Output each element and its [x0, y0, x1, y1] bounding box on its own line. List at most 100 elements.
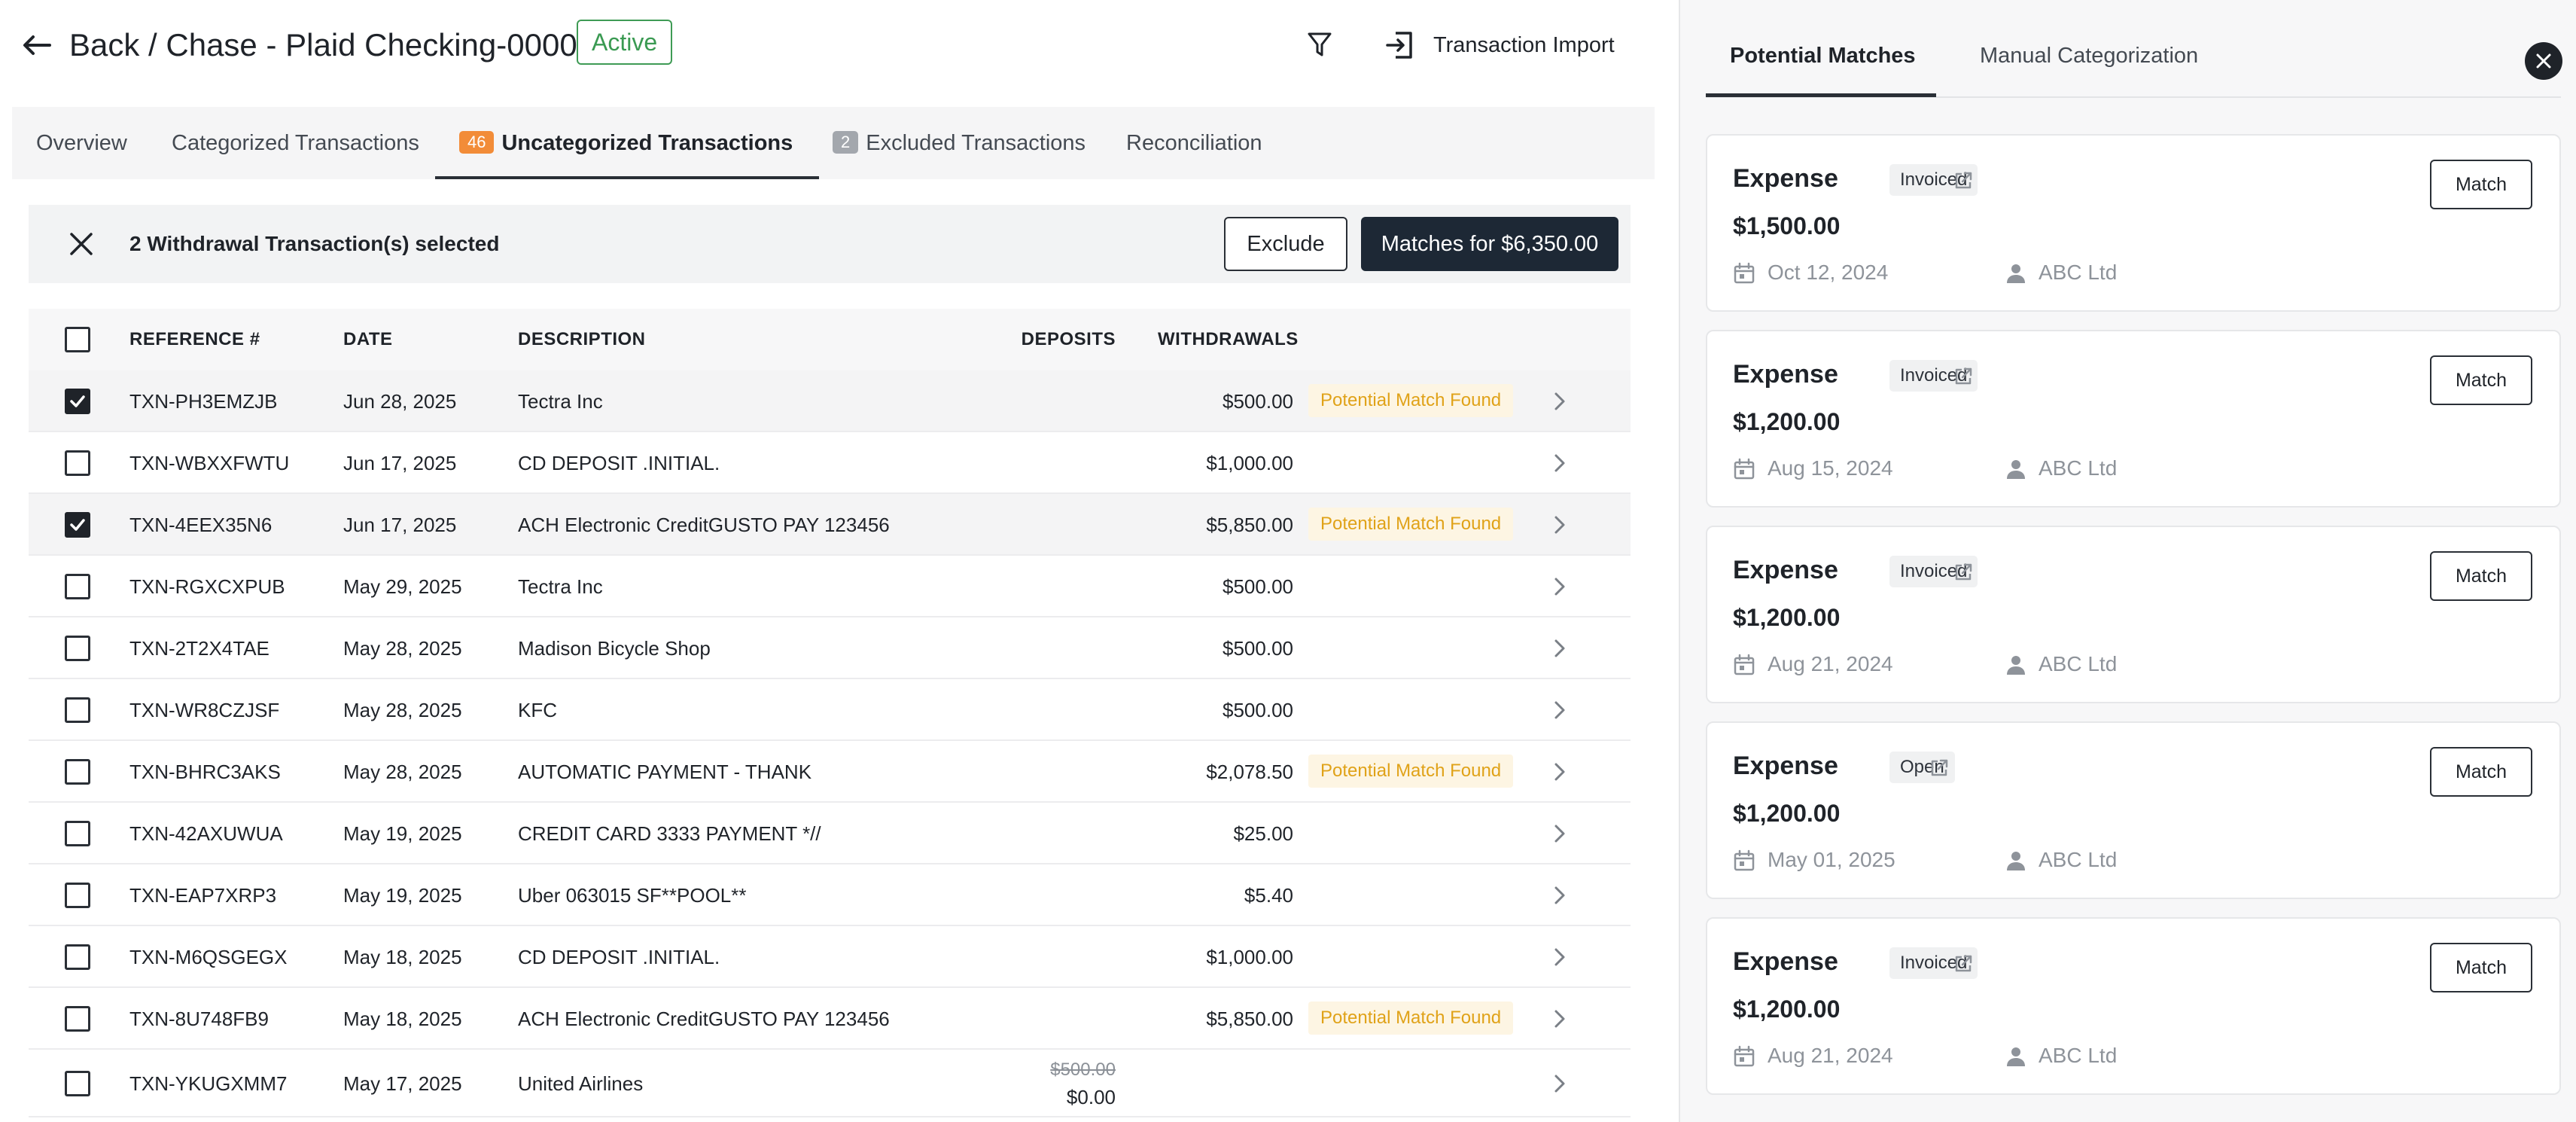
transaction-import-button[interactable]: Transaction Import	[1385, 29, 1615, 62]
chevron-right-icon[interactable]	[1549, 453, 1570, 474]
exclude-button[interactable]: Exclude	[1224, 217, 1347, 271]
chevron-right-icon[interactable]	[1549, 391, 1570, 412]
transaction-import-label: Transaction Import	[1433, 32, 1615, 57]
row-checkbox[interactable]	[65, 389, 90, 414]
row-reference: TXN-M6QSGEGX	[129, 946, 288, 968]
row-checkbox[interactable]	[65, 883, 90, 908]
table-row[interactable]: TXN-8U748FB9 May 18, 2025 ACH Electronic C…	[29, 988, 1631, 1050]
row-withdrawal: $5.40	[1244, 884, 1293, 907]
table-row[interactable]: TXN-YKUGXMM7 May 17, 2025 United Airlines $…	[29, 1050, 1631, 1117]
user-icon	[2007, 656, 2025, 675]
chevron-right-icon[interactable]	[1549, 947, 1570, 968]
row-reference: TXN-BHRC3AKS	[129, 761, 281, 783]
table-row[interactable]: TXN-2T2X4TAE May 28, 2025 Madison Bicycle …	[29, 617, 1631, 679]
card-amount: $1,200.00	[1733, 995, 1841, 1023]
chevron-right-icon[interactable]	[1549, 1073, 1570, 1094]
chevron-right-icon[interactable]	[1549, 885, 1570, 906]
match-button[interactable]: Match	[2430, 943, 2532, 992]
tab-reconciliation[interactable]: Reconciliation	[1126, 107, 1262, 179]
external-link-icon[interactable]	[1953, 366, 1974, 387]
close-icon[interactable]	[68, 230, 95, 258]
card-date: Aug 15, 2024	[1768, 456, 1893, 480]
row-withdrawal: $1,000.00	[1206, 452, 1293, 474]
chevron-right-icon[interactable]	[1549, 700, 1570, 721]
transactions-table: REFERENCE # DATE DESCRIPTION DEPOSITS WI…	[29, 309, 1631, 1117]
select-all-checkbox[interactable]	[65, 327, 90, 352]
chevron-right-icon[interactable]	[1549, 576, 1570, 597]
table-row[interactable]: TXN-RGXCXPUB May 29, 2025 Tectra Inc $500.0…	[29, 556, 1631, 617]
chevron-right-icon[interactable]	[1549, 514, 1570, 535]
external-link-icon[interactable]	[1953, 170, 1974, 191]
row-checkbox[interactable]	[65, 512, 90, 538]
row-checkbox[interactable]	[65, 1006, 90, 1032]
card-date: Aug 21, 2024	[1768, 1044, 1893, 1067]
tab-potential-matches[interactable]: Potential Matches	[1730, 44, 1916, 69]
panel-close-button[interactable]	[2525, 42, 2562, 80]
row-date: May 28, 2025	[343, 637, 462, 660]
row-checkbox[interactable]	[65, 574, 90, 599]
tab-uncategorized-transactions[interactable]: 46 Uncategorized Transactions	[459, 107, 793, 179]
row-description: Madison Bicycle Shop	[518, 637, 711, 660]
match-card: Expense Open $1,200.00 May 01, 2025 ABC Ltd M…	[1706, 721, 2561, 899]
card-type: Expense	[1733, 556, 1838, 584]
row-checkbox[interactable]	[65, 636, 90, 661]
external-link-icon[interactable]	[1929, 758, 1950, 779]
row-checkbox[interactable]	[65, 697, 90, 723]
table-row[interactable]: TXN-WR8CZJSF May 28, 2025 KFC $500.00	[29, 679, 1631, 741]
row-checkbox[interactable]	[65, 450, 90, 476]
calendar-icon	[1734, 849, 1755, 871]
row-deposit-original: $500.00	[1050, 1059, 1116, 1080]
table-row[interactable]: TXN-WBXXFWTU Jun 17, 2025 CD DEPOSIT .INIT…	[29, 432, 1631, 494]
chevron-right-icon[interactable]	[1549, 761, 1570, 782]
column-description: DESCRIPTION	[518, 329, 646, 349]
chevron-right-icon[interactable]	[1549, 1008, 1570, 1029]
card-type: Expense	[1733, 164, 1838, 193]
match-button[interactable]: Match	[2430, 747, 2532, 797]
tab-overview[interactable]: Overview	[36, 107, 127, 179]
table-row[interactable]: TXN-EAP7XRP3 May 19, 2025 Uber 063015 SF**…	[29, 864, 1631, 926]
row-deposit-amount: $0.00	[1066, 1086, 1116, 1108]
tab-categorized-transactions[interactable]: Categorized Transactions	[172, 107, 419, 179]
card-amount: $1,200.00	[1733, 800, 1841, 827]
row-reference: TXN-2T2X4TAE	[129, 637, 269, 660]
filter-icon[interactable]	[1307, 30, 1332, 59]
row-reference: TXN-YKUGXMM7	[129, 1072, 288, 1095]
row-checkbox[interactable]	[65, 1071, 90, 1096]
chevron-right-icon[interactable]	[1549, 638, 1570, 659]
table-row[interactable]: TXN-PH3EMZJB Jun 28, 2025 Tectra Inc $500.0…	[29, 370, 1631, 432]
tab-manual-categorization[interactable]: Manual Categorization	[1980, 44, 2198, 69]
match-button[interactable]: Match	[2430, 355, 2532, 405]
card-type: Expense	[1733, 947, 1838, 976]
table-row[interactable]: TXN-4EEX35N6 Jun 17, 2025 ACH Electronic C…	[29, 494, 1631, 556]
row-description: Uber 063015 SF**POOL**	[518, 884, 747, 907]
calendar-icon	[1734, 1045, 1755, 1067]
user-icon	[2007, 264, 2025, 283]
row-date: May 17, 2025	[343, 1072, 462, 1095]
arrow-left-icon[interactable]	[21, 33, 51, 57]
table-row[interactable]: TXN-BHRC3AKS May 28, 2025 AUTOMATIC PAYMEN…	[29, 741, 1631, 803]
matches-button[interactable]: Matches for $6,350.00	[1361, 217, 1618, 271]
match-button[interactable]: Match	[2430, 160, 2532, 209]
row-withdrawal: $2,078.50	[1206, 761, 1293, 783]
match-button[interactable]: Match	[2430, 551, 2532, 601]
external-link-icon[interactable]	[1953, 953, 1974, 974]
external-link-icon[interactable]	[1953, 562, 1974, 583]
side-panel: Potential Matches Manual Categorization …	[1679, 0, 2576, 1122]
tab-excluded-transactions[interactable]: 2 Excluded Transactions	[833, 107, 1086, 179]
table-row[interactable]: TXN-42AXUWUA May 19, 2025 CREDIT CARD 3333…	[29, 803, 1631, 864]
row-date: Jun 28, 2025	[343, 390, 457, 413]
row-checkbox[interactable]	[65, 759, 90, 785]
row-withdrawal: $500.00	[1223, 699, 1293, 721]
panel-tabs: Potential Matches Manual Categorization	[1706, 0, 2562, 98]
chevron-right-icon[interactable]	[1549, 823, 1570, 844]
page-title: Back / Chase - Plaid Checking-0000	[69, 27, 577, 63]
row-withdrawal: $5,850.00	[1206, 1008, 1293, 1030]
table-row[interactable]: TXN-M6QSGEGX May 18, 2025 CD DEPOSIT .INIT…	[29, 926, 1631, 988]
row-checkbox[interactable]	[65, 821, 90, 846]
card-vendor: ABC Ltd	[2039, 1044, 2118, 1067]
match-card: Expense Invoiced $1,200.00 Aug 15, 2024 ABC …	[1706, 330, 2561, 508]
row-checkbox[interactable]	[65, 944, 90, 970]
potential-match-badge: Potential Match Found	[1308, 384, 1514, 417]
row-date: May 28, 2025	[343, 699, 462, 721]
row-description: ACH Electronic CreditGUSTO PAY 123456	[518, 514, 890, 536]
